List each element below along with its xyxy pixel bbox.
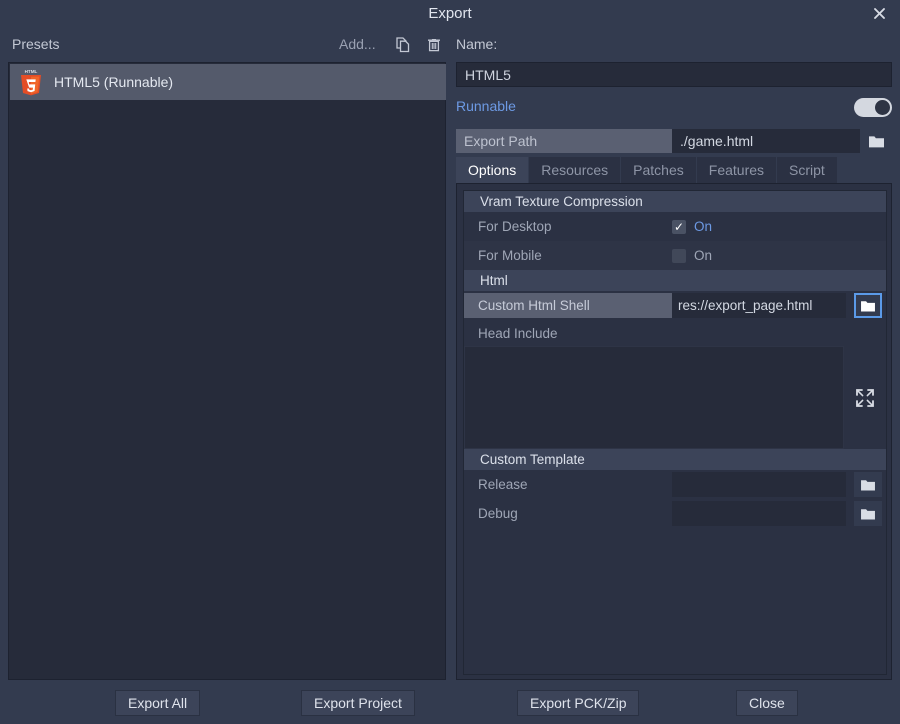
list-item[interactable]: HTML HTML5 (Runnable)	[10, 64, 446, 100]
for-mobile-value: On	[694, 248, 712, 263]
tab-options[interactable]: Options	[456, 157, 529, 183]
dialog-title: Export	[428, 5, 471, 22]
for-desktop-label: For Desktop	[464, 219, 672, 234]
export-path-folder-icon[interactable]	[860, 129, 892, 153]
release-label: Release	[464, 477, 672, 492]
html5-icon: HTML	[18, 68, 44, 96]
runnable-row: Runnable	[456, 96, 892, 120]
options-panel: Vram Texture Compression For Desktop ✓ O…	[456, 183, 892, 680]
preset-name-input[interactable]: HTML5	[456, 62, 892, 87]
for-desktop-control: ✓ On	[672, 219, 886, 234]
export-all-button[interactable]: Export All	[115, 690, 200, 716]
release-control	[672, 472, 886, 497]
close-button[interactable]: Close	[736, 690, 798, 716]
debug-control	[672, 501, 886, 526]
custom-html-shell-control: res://export_page.html	[672, 293, 886, 318]
expand-icon[interactable]	[844, 346, 886, 449]
for-desktop-value: On	[694, 219, 712, 234]
close-icon[interactable]	[868, 2, 890, 24]
svg-text:HTML: HTML	[25, 69, 38, 74]
list-item-label: HTML5 (Runnable)	[54, 74, 173, 90]
toggle-knob	[875, 100, 890, 115]
for-desktop-checkbox[interactable]: ✓	[672, 220, 686, 234]
export-path-input[interactable]: ./game.html	[672, 129, 860, 153]
export-project-button[interactable]: Export Project	[301, 690, 415, 716]
for-mobile-row: For Mobile On	[464, 241, 886, 270]
presets-label: Presets	[12, 36, 59, 52]
release-input[interactable]	[672, 472, 846, 497]
head-include-row	[464, 346, 886, 449]
name-label: Name:	[456, 36, 497, 52]
presets-list[interactable]: HTML HTML5 (Runnable)	[8, 62, 446, 680]
section-vram-texture-compression: Vram Texture Compression	[464, 191, 886, 212]
trash-icon[interactable]	[423, 34, 445, 56]
options-panel-inner: Vram Texture Compression For Desktop ✓ O…	[463, 190, 887, 675]
tab-patches[interactable]: Patches	[621, 157, 697, 183]
export-dialog: Export Presets Add...	[0, 0, 900, 724]
custom-html-shell-folder-icon[interactable]	[854, 293, 882, 318]
debug-input[interactable]	[672, 501, 846, 526]
custom-html-shell-row: Custom Html Shell res://export_page.html	[464, 291, 886, 320]
debug-row: Debug	[464, 499, 886, 528]
runnable-toggle[interactable]	[854, 98, 892, 117]
runnable-label: Runnable	[456, 98, 516, 114]
tab-resources[interactable]: Resources	[529, 157, 621, 183]
tab-bar: Options Resources Patches Features Scrip…	[456, 157, 892, 183]
section-custom-template: Custom Template	[464, 449, 886, 470]
debug-label: Debug	[464, 506, 672, 521]
head-include-label: Head Include	[464, 320, 886, 346]
duplicate-icon[interactable]	[392, 34, 414, 56]
export-pck-zip-button[interactable]: Export PCK/Zip	[517, 690, 639, 716]
head-include-textarea[interactable]	[464, 346, 844, 449]
for-desktop-row: For Desktop ✓ On	[464, 212, 886, 241]
tab-features[interactable]: Features	[697, 157, 777, 183]
dialog-footer: Export All Export Project Export PCK/Zip…	[0, 690, 900, 720]
add-preset-button[interactable]: Add...	[339, 36, 376, 52]
custom-html-shell-label: Custom Html Shell	[464, 293, 672, 318]
release-folder-icon[interactable]	[854, 472, 882, 497]
for-mobile-control: On	[672, 248, 886, 263]
dialog-titlebar: Export	[0, 0, 900, 26]
custom-html-shell-input[interactable]: res://export_page.html	[672, 293, 846, 318]
export-path-label: Export Path	[456, 129, 672, 153]
check-icon: ✓	[674, 221, 684, 233]
section-html: Html	[464, 270, 886, 291]
debug-folder-icon[interactable]	[854, 501, 882, 526]
presets-header: Presets Add...	[12, 34, 446, 56]
for-mobile-label: For Mobile	[464, 248, 672, 263]
export-path-row: Export Path ./game.html	[456, 129, 892, 153]
tab-script[interactable]: Script	[777, 157, 838, 183]
for-mobile-checkbox[interactable]	[672, 249, 686, 263]
release-row: Release	[464, 470, 886, 499]
